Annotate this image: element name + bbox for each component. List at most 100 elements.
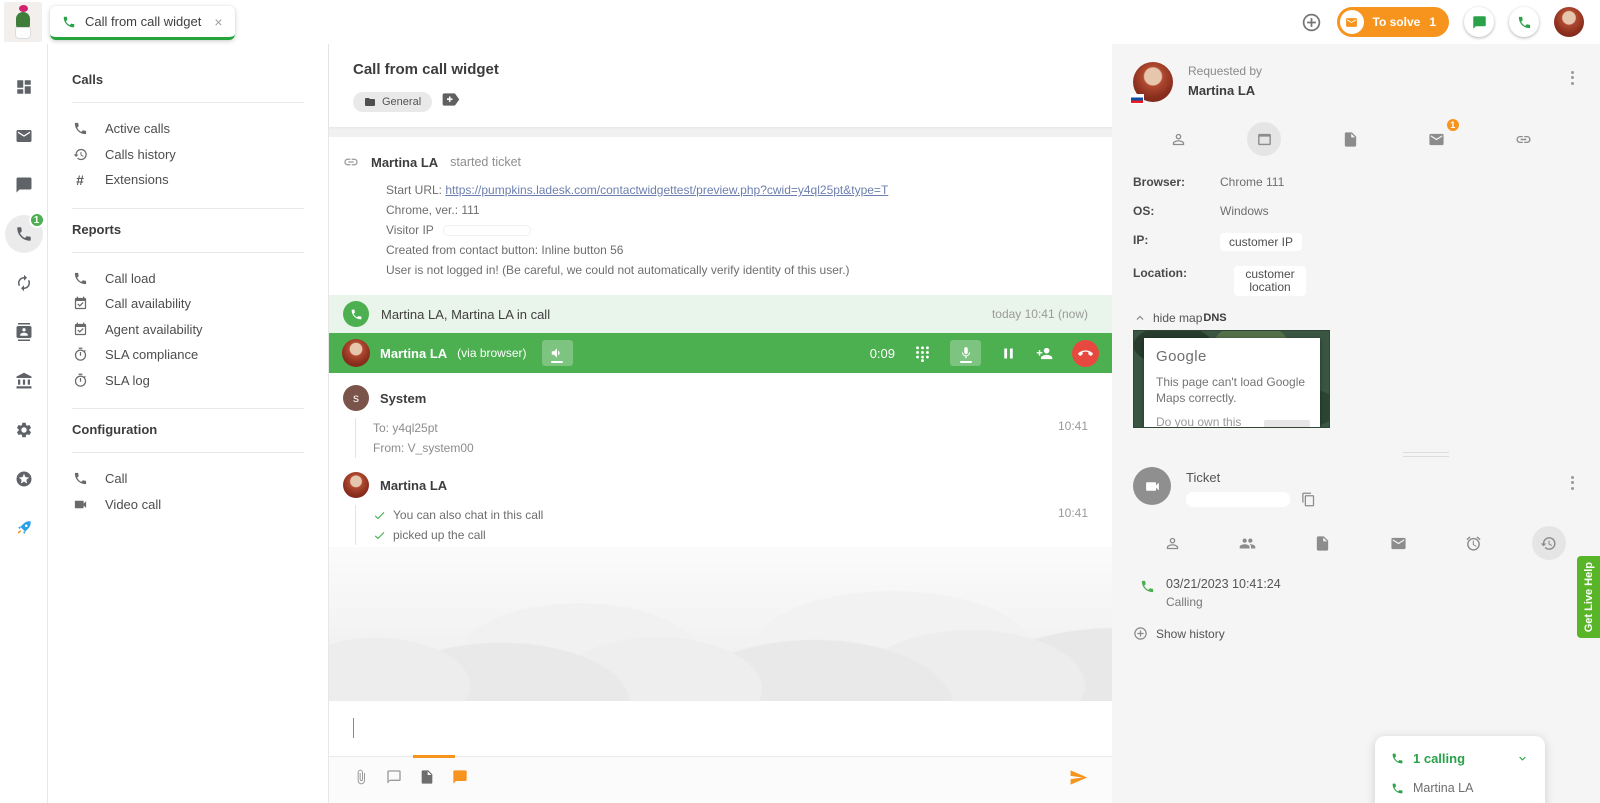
- get-live-help-tab[interactable]: Get Live Help: [1577, 556, 1600, 638]
- divider: [72, 102, 304, 103]
- in-call-time: today 10:41 (now): [992, 307, 1088, 321]
- sidenav-item-label: Calls history: [105, 147, 176, 162]
- internal-note-icon[interactable]: [452, 769, 468, 785]
- rail-customers[interactable]: [0, 307, 48, 356]
- call-icon: [62, 15, 76, 29]
- mail-icon: [1428, 131, 1445, 148]
- chevron-down-icon[interactable]: [1516, 752, 1529, 765]
- message-started-ticket: Martina LA started ticket Start URL: htt…: [329, 137, 1112, 295]
- add-participant-icon[interactable]: [1036, 345, 1053, 362]
- mail-icon: [1390, 535, 1407, 552]
- ticket-tab[interactable]: Call from call widget ×: [50, 6, 235, 40]
- tab-ticket-mail[interactable]: [1381, 526, 1415, 560]
- user-avatar[interactable]: [1554, 7, 1584, 37]
- composer-tab-indicator: [329, 756, 1112, 757]
- tab-mail[interactable]: 1: [1420, 122, 1454, 156]
- attach-icon[interactable]: [353, 769, 369, 785]
- speaker-button[interactable]: [542, 340, 573, 366]
- start-url-label: Start URL:: [386, 183, 442, 197]
- tab-browser-info[interactable]: [1247, 122, 1281, 156]
- add-tag-button[interactable]: [440, 89, 461, 115]
- tab-profile[interactable]: [1161, 122, 1195, 156]
- add-new-icon[interactable]: [1301, 12, 1322, 33]
- history-icon: [1540, 535, 1557, 552]
- to-solve-button[interactable]: To solve 1: [1337, 7, 1449, 37]
- hide-map-toggle[interactable]: hide map DNS: [1133, 311, 1580, 325]
- sidenav-item-call-availability[interactable]: Call availability: [72, 291, 304, 317]
- rail-automation[interactable]: [0, 258, 48, 307]
- tab-tickets[interactable]: [1334, 122, 1368, 156]
- tab-history[interactable]: [1532, 526, 1566, 560]
- sidenav-item-active-calls[interactable]: Active calls: [72, 116, 304, 142]
- tab-links[interactable]: [1506, 122, 1540, 156]
- section-title-reports: Reports: [72, 222, 304, 237]
- rail-calls[interactable]: 1: [0, 209, 48, 258]
- calling-participant[interactable]: Martina LA: [1391, 781, 1529, 795]
- hangup-button[interactable]: [1072, 340, 1099, 367]
- rail-dashboard[interactable]: [0, 62, 48, 111]
- show-history-label: Show history: [1156, 627, 1225, 641]
- stopwatch-icon: [72, 373, 88, 388]
- sidenav-item-label: Video call: [105, 497, 161, 512]
- rail-getting-started[interactable]: [0, 503, 48, 552]
- sidenav-item-label: Call load: [105, 271, 156, 286]
- rail-settings[interactable]: [0, 405, 48, 454]
- tab-participants[interactable]: [1230, 526, 1264, 560]
- close-icon[interactable]: ×: [214, 14, 222, 30]
- detail-row-ip: IP: customer IP: [1133, 233, 1580, 251]
- message-author: System: [380, 391, 426, 406]
- rail-company[interactable]: [0, 356, 48, 405]
- copy-icon[interactable]: [1301, 492, 1316, 507]
- people-icon: [1239, 535, 1256, 552]
- chat-outline-icon[interactable]: [386, 769, 402, 785]
- rail-tickets[interactable]: [0, 111, 48, 160]
- customer-tabs: 1: [1161, 122, 1540, 156]
- sidenav-item-call-load[interactable]: Call load: [72, 266, 304, 292]
- customer-avatar[interactable]: [1133, 62, 1173, 102]
- tab-requester[interactable]: [1155, 526, 1189, 560]
- dialpad-icon[interactable]: [914, 345, 931, 362]
- system-to-line: To: y4ql25pt: [373, 418, 1088, 438]
- rail-chats[interactable]: [0, 160, 48, 209]
- detail-label: Browser:: [1133, 175, 1220, 189]
- to-solve-count: 1: [1429, 15, 1436, 29]
- mute-button[interactable]: [950, 340, 981, 366]
- sidenav-item-extensions[interactable]: # Extensions: [72, 167, 304, 193]
- rail-achievements[interactable]: [0, 454, 48, 503]
- reply-input[interactable]: [329, 701, 1112, 756]
- show-history-link[interactable]: Show history: [1133, 626, 1580, 641]
- phone-icon: [1391, 782, 1404, 795]
- panel-drag-handle[interactable]: [1403, 452, 1449, 457]
- call-log-time: 03/21/2023 10:41:24: [1166, 577, 1281, 591]
- sidenav-item-sla-log[interactable]: SLA log: [72, 368, 304, 394]
- sidenav-item-sla-compliance[interactable]: SLA compliance: [72, 342, 304, 368]
- tab-related-tickets[interactable]: [1306, 526, 1340, 560]
- customer-name[interactable]: Martina LA: [1188, 83, 1262, 98]
- clouds-background: [329, 547, 1112, 701]
- tab-sla[interactable]: [1457, 526, 1491, 560]
- caller-avatar: [342, 339, 370, 367]
- chats-button[interactable]: [1464, 7, 1494, 37]
- ticket-menu-icon[interactable]: [1567, 469, 1578, 496]
- ticket-title: Call from call widget: [353, 61, 1088, 78]
- send-icon[interactable]: [1069, 768, 1088, 787]
- sidenav-item-call[interactable]: Call: [72, 466, 304, 492]
- department-chip-label: General: [382, 96, 421, 108]
- message-time: 10:41: [1058, 419, 1088, 433]
- customer-menu-icon[interactable]: [1567, 64, 1578, 91]
- sidenav-item-agent-availability[interactable]: Agent availability: [72, 317, 304, 343]
- location-map[interactable]: Google This page can't load Google Maps …: [1133, 330, 1330, 428]
- file-icon[interactable]: [419, 769, 435, 785]
- start-url-link[interactable]: https://pumpkins.ladesk.com/contactwidge…: [445, 183, 888, 197]
- tag-plus-icon: [440, 89, 461, 110]
- sidenav-item-calls-history[interactable]: Calls history: [72, 142, 304, 168]
- phone-icon: [1517, 15, 1532, 30]
- department-chip[interactable]: General: [353, 92, 432, 112]
- sidenav-item-video-call[interactable]: Video call: [72, 492, 304, 518]
- app-logo[interactable]: [4, 2, 42, 42]
- browser-line: Chrome, ver.: 111: [386, 200, 1088, 220]
- calls-button[interactable]: [1509, 7, 1539, 37]
- star-circle-icon: [15, 470, 33, 488]
- sidenav-item-label: Call: [105, 471, 127, 486]
- hold-icon[interactable]: [1000, 345, 1017, 362]
